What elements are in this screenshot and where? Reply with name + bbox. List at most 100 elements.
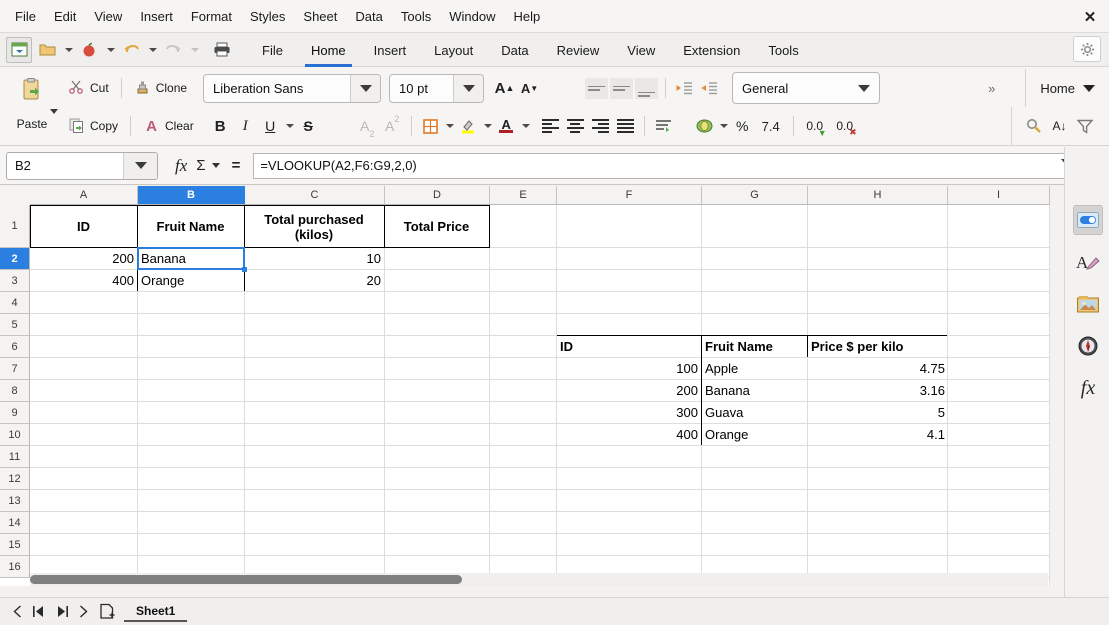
mode-dropdown-icon[interactable] <box>1083 79 1095 97</box>
cell-C1[interactable]: Total purchased (kilos) <box>245 206 383 247</box>
row-header-11[interactable]: 11 <box>0 446 30 468</box>
row-header-2[interactable]: 2 <box>0 248 30 270</box>
add-decimal-place-button[interactable]: 0.0 ▼ <box>800 114 830 139</box>
cell-C3[interactable]: 20 <box>245 270 383 291</box>
tab-layout[interactable]: Layout <box>420 34 487 67</box>
column-header-g[interactable]: G <box>702 186 808 205</box>
row-header-1[interactable]: 1 <box>0 205 30 248</box>
menu-view[interactable]: View <box>85 5 131 28</box>
row-header-14[interactable]: 14 <box>0 512 30 534</box>
borders-button[interactable] <box>418 114 443 139</box>
cell-A2[interactable]: 200 <box>31 248 136 269</box>
column-header-d[interactable]: D <box>385 186 490 205</box>
column-header-c[interactable]: C <box>245 186 385 205</box>
menu-tools[interactable]: Tools <box>392 5 440 28</box>
row-header-7[interactable]: 7 <box>0 358 30 380</box>
format-as-percent-button[interactable]: % <box>730 114 755 139</box>
font-size-combo[interactable]: 10 pt <box>389 73 485 103</box>
menu-insert[interactable]: Insert <box>131 5 182 28</box>
increase-font-size-button[interactable]: A ▲ <box>492 76 517 101</box>
undo-icon[interactable] <box>118 37 144 63</box>
align-center-button[interactable] <box>563 114 588 139</box>
cell-G8[interactable]: Guava <box>703 402 807 423</box>
cell-area[interactable]: ID Fruit Name Total purchased (kilos) To… <box>30 205 1050 586</box>
row-header-3[interactable]: 3 <box>0 270 30 292</box>
tab-data[interactable]: Data <box>487 34 542 67</box>
cell-G5[interactable]: Fruit Name <box>703 336 807 357</box>
font-name-combo[interactable]: Liberation Sans <box>203 73 382 103</box>
cell-F9[interactable]: 400 <box>558 424 700 445</box>
clear-formatting-button[interactable]: A Clear <box>137 116 200 137</box>
next-sheet-button[interactable] <box>50 601 72 623</box>
format-as-currency-button[interactable] <box>692 114 717 139</box>
align-center-vertically-button[interactable] <box>609 76 634 101</box>
row-header-8[interactable]: 8 <box>0 380 30 402</box>
start-center-icon[interactable] <box>6 36 32 63</box>
save-icon[interactable] <box>76 37 102 63</box>
cell-B3[interactable]: Orange <box>139 270 243 291</box>
open-dropdown-icon[interactable] <box>62 37 74 63</box>
align-top-button[interactable] <box>584 76 609 101</box>
delete-decimal-place-button[interactable]: 0.0 ✖ <box>830 114 860 139</box>
align-left-button[interactable] <box>538 114 563 139</box>
menu-styles[interactable]: Styles <box>241 5 294 28</box>
row-header-5[interactable]: 5 <box>0 314 30 336</box>
cell-H5[interactable]: Price $ per kilo <box>809 336 947 357</box>
menu-sheet[interactable]: Sheet <box>294 5 346 28</box>
equals-icon[interactable]: = <box>229 155 244 176</box>
row-header-12[interactable]: 12 <box>0 468 30 490</box>
wrap-text-button[interactable] <box>651 114 676 139</box>
last-sheet-button[interactable] <box>72 601 94 623</box>
number-format-combo[interactable]: General <box>732 72 881 104</box>
cell-H8[interactable]: 5 <box>809 402 947 423</box>
cell-D1[interactable]: Total Price <box>385 206 488 247</box>
function-wizard-icon[interactable]: fx <box>172 154 190 178</box>
align-bottom-button[interactable] <box>634 76 659 101</box>
horizontal-scroll-thumb[interactable] <box>30 575 462 584</box>
properties-icon[interactable] <box>1073 205 1103 235</box>
number-format-dropdown-icon[interactable] <box>849 73 879 103</box>
cell-B1[interactable]: Fruit Name <box>138 206 243 247</box>
print-icon[interactable] <box>209 37 235 63</box>
close-icon[interactable]: ✕ <box>1081 8 1099 26</box>
row-header-10[interactable]: 10 <box>0 424 30 446</box>
add-sheet-button[interactable] <box>94 601 120 623</box>
name-box-dropdown-icon[interactable] <box>123 152 157 179</box>
tab-home[interactable]: Home <box>297 34 360 67</box>
sheet-tab-sheet1[interactable]: Sheet1 <box>124 601 188 622</box>
styles-icon[interactable]: A <box>1073 247 1103 277</box>
row-header-6[interactable]: 6 <box>0 336 30 358</box>
column-header-a[interactable]: A <box>30 186 138 205</box>
cell-C2[interactable]: 10 <box>245 248 383 269</box>
cell-G7[interactable]: Banana <box>703 380 807 401</box>
column-header-e[interactable]: E <box>490 186 557 205</box>
cell-A3[interactable]: 400 <box>31 270 136 291</box>
fill-handle[interactable] <box>242 267 247 272</box>
first-sheet-button[interactable] <box>6 601 28 623</box>
row-header-13[interactable]: 13 <box>0 490 30 512</box>
autofilter-button[interactable] <box>1072 114 1097 139</box>
tab-tools[interactable]: Tools <box>754 34 812 67</box>
save-dropdown-icon[interactable] <box>104 37 116 63</box>
font-color-button[interactable]: A <box>494 114 519 139</box>
subscript-button[interactable]: A2 <box>355 114 380 139</box>
borders-dropdown-icon[interactable] <box>443 114 456 139</box>
decrease-font-size-button[interactable]: A ▼ <box>517 76 542 101</box>
underline-dropdown-icon[interactable] <box>283 114 296 139</box>
cell-G6[interactable]: Apple <box>703 358 807 379</box>
menu-edit[interactable]: Edit <box>45 5 85 28</box>
spreadsheet-grid[interactable]: A B C D E F G H I 1 2 3 4 5 6 7 8 9 10 1… <box>0 186 1050 586</box>
format-as-number-button[interactable]: 7.4 <box>755 114 787 139</box>
tab-review[interactable]: Review <box>543 34 614 67</box>
column-header-i[interactable]: I <box>948 186 1050 205</box>
font-color-dropdown-icon[interactable] <box>519 114 532 139</box>
highlight-color-button[interactable] <box>456 114 481 139</box>
undo-dropdown-icon[interactable] <box>146 37 158 63</box>
cut-button[interactable]: Cut <box>62 77 115 99</box>
open-icon[interactable] <box>34 37 60 63</box>
column-header-h[interactable]: H <box>808 186 948 205</box>
bold-button[interactable]: B <box>208 114 233 139</box>
align-justified-button[interactable] <box>613 114 638 139</box>
cell-F5[interactable]: ID <box>558 336 700 357</box>
row-header-9[interactable]: 9 <box>0 402 30 424</box>
